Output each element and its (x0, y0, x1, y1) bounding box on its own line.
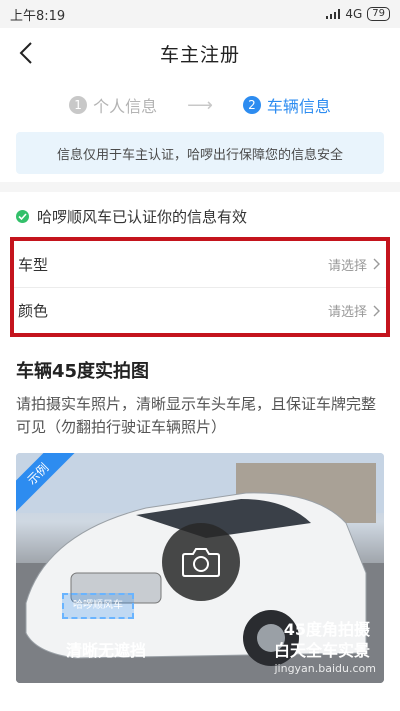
select-placeholder: 请选择 (327, 258, 367, 274)
camera-icon (182, 548, 220, 577)
form-label: 车型 (18, 255, 49, 274)
vehicle-form: 车型 请选择 颜色 请选择 (10, 237, 390, 337)
caption-angle: 45度角拍摄 白天全车实景 (274, 619, 370, 661)
check-icon (16, 210, 29, 223)
step-number: 1 (69, 96, 88, 114)
chevron-right-icon (373, 305, 380, 316)
plate-text: 哈啰顺风车 (73, 600, 123, 611)
step-personal-info: 1 个人信息 (69, 93, 157, 117)
form-select: 请选择 (328, 255, 380, 274)
section-divider (0, 182, 400, 192)
caption-angle-line1: 45度角拍摄 (283, 620, 370, 639)
privacy-notice: 信息仅用于车主认证，哈啰出行保障您的信息安全 (16, 132, 384, 174)
license-plate: 哈啰顺风车 (62, 593, 134, 619)
vehicle-color-row[interactable]: 颜色 请选择 (14, 287, 386, 333)
watermark: jingyan.baidu.com (274, 662, 376, 675)
battery-icon: 79 (367, 7, 390, 21)
back-button[interactable] (14, 40, 38, 66)
caption-angle-line2: 白天全车实景 (273, 641, 370, 660)
chevron-right-icon (373, 258, 380, 270)
step-label: 车辆信息 (266, 97, 331, 116)
step-number: 2 (242, 96, 261, 114)
status-icons: 4G 79 (326, 7, 390, 21)
camera-button[interactable] (162, 523, 240, 601)
network-label: 4G (345, 7, 363, 21)
step-indicator: 1 个人信息 ⟶ 2 车辆信息 (0, 78, 400, 132)
form-select: 请选择 (328, 301, 380, 320)
photo-section-desc: 请拍摄实车照片，清晰显示车头车尾，且保证车牌完整可见（勿翻拍行驶证车辆照片） (16, 395, 377, 436)
chevron-left-icon (19, 42, 32, 64)
select-placeholder: 请选择 (327, 305, 367, 320)
nav-bar: 车主注册 (0, 28, 400, 78)
verified-text: 哈啰顺风车已认证你的信息有效 (37, 208, 248, 226)
form-label: 颜色 (18, 302, 49, 320)
signal-icon (326, 9, 341, 19)
step-label: 个人信息 (93, 97, 158, 116)
status-time: 上午8:19 (10, 8, 66, 24)
photo-section-title: 车辆45度实拍图 (16, 361, 150, 382)
status-bar: 上午8:19 4G 79 (0, 0, 400, 28)
arrow-right-icon: ⟶ (187, 94, 213, 116)
vehicle-model-row[interactable]: 车型 请选择 (14, 241, 386, 287)
caption-clear: 清晰无遮挡 (66, 641, 147, 660)
page-title: 车主注册 (159, 43, 240, 66)
sample-car-photo[interactable]: 示例 哈啰顺风车 清晰无遮挡 45度角拍摄 白天全车实景 jingyan.bai… (16, 453, 384, 683)
step-vehicle-info: 2 车辆信息 (242, 93, 331, 117)
verified-row: 哈啰顺风车已认证你的信息有效 (0, 192, 400, 237)
